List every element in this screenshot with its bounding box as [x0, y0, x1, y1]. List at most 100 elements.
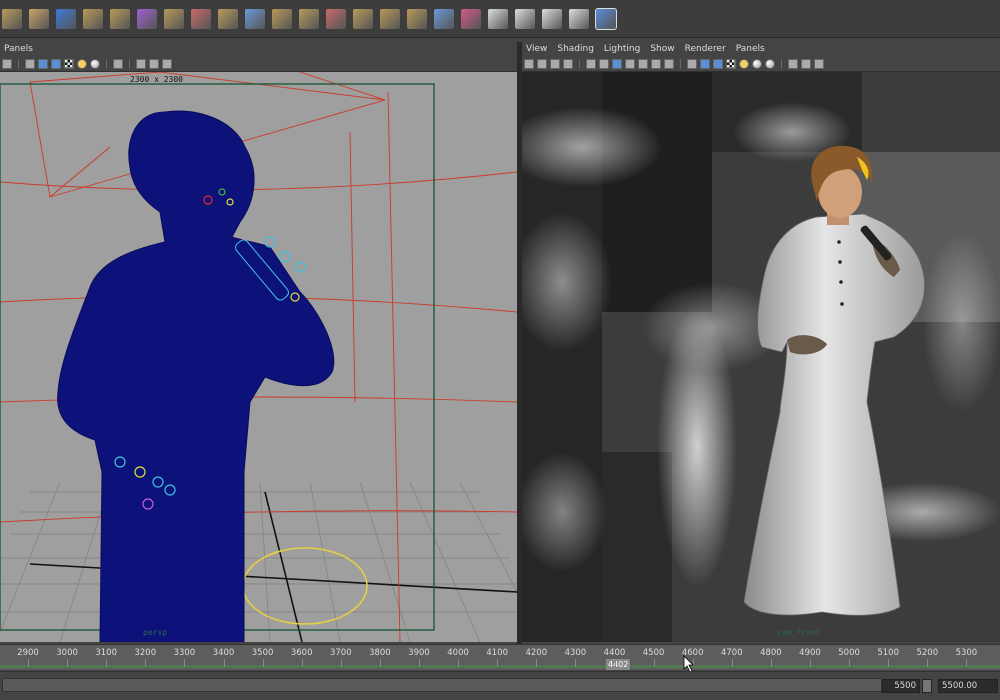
shadows-icon[interactable]	[90, 58, 100, 69]
camera-label: persp	[143, 628, 168, 637]
isolate-select-icon[interactable]	[788, 58, 798, 69]
menu-renderer[interactable]: Renderer	[685, 44, 726, 54]
xray-joints-icon[interactable]	[814, 58, 824, 69]
checker-sphere-icon[interactable]	[569, 8, 589, 29]
film-gate-icon[interactable]	[162, 58, 172, 69]
left-menu-panels[interactable]: Panels	[4, 44, 33, 54]
resolution-label: 2300 x 2300	[130, 75, 183, 84]
frame-tick-label: 4000	[447, 648, 469, 658]
field-chart-icon[interactable]	[638, 58, 648, 69]
safe-action-icon[interactable]	[651, 58, 661, 69]
bookmark-icon[interactable]	[550, 58, 560, 69]
checker-flag-2-icon[interactable]	[515, 8, 535, 29]
menu-shading[interactable]: Shading	[557, 44, 594, 54]
range-end-field[interactable]: 5500	[882, 679, 920, 693]
animation-end-field[interactable]: 5500.00	[938, 679, 998, 693]
uv-plane-icon[interactable]	[245, 8, 265, 29]
perspective-scene	[0, 72, 517, 642]
xray-icon[interactable]	[136, 58, 146, 69]
frame-tick-mark	[888, 659, 890, 667]
toolbar-divider	[129, 58, 130, 69]
xray-joints-icon[interactable]	[149, 58, 159, 69]
toolbar-divider	[18, 58, 19, 69]
pyramid-icon[interactable]	[272, 8, 292, 29]
select-camera-icon[interactable]	[2, 58, 12, 69]
wrap-plane-icon[interactable]	[218, 8, 238, 29]
textured-icon[interactable]	[726, 58, 736, 69]
stack-plane-icon[interactable]	[380, 8, 400, 29]
menu-view[interactable]: View	[526, 44, 547, 54]
frame-tick-label: 5000	[838, 648, 860, 658]
gate-mask-icon[interactable]	[625, 58, 635, 69]
frame-tick-label: 4200	[525, 648, 548, 658]
use-all-lights-icon[interactable]	[739, 58, 749, 69]
ambient-occlusion-icon[interactable]	[765, 58, 775, 69]
grid-icon[interactable]	[586, 58, 596, 69]
purple-cube-icon[interactable]	[137, 8, 157, 29]
barrel-icon[interactable]	[2, 8, 22, 29]
checker-flag-3-icon[interactable]	[542, 8, 562, 29]
character-wireframe	[57, 110, 335, 642]
deform-plane-icon[interactable]	[191, 8, 211, 29]
layered-plane-icon[interactable]	[434, 8, 454, 29]
fold-plane-icon[interactable]	[299, 8, 319, 29]
plane-icon[interactable]	[164, 8, 184, 29]
bones-icon[interactable]	[56, 8, 76, 29]
resolution-gate-icon[interactable]	[612, 58, 622, 69]
wireframe-icon[interactable]	[25, 58, 35, 69]
frame-tick-mark	[575, 659, 577, 667]
perspective-viewport[interactable]: 2300 x 2300 persp	[0, 72, 517, 642]
wireframe-on-shaded-icon[interactable]	[713, 58, 723, 69]
frame-tick-label: 4700	[720, 648, 743, 658]
frame-tick-label: 5100	[877, 648, 900, 658]
select-camera-icon[interactable]	[524, 58, 534, 69]
render-viewport[interactable]: cam_front	[522, 72, 1000, 642]
left-panel-iconbar	[0, 56, 517, 72]
frame-tick-mark	[301, 659, 303, 667]
render-view-icon[interactable]	[595, 7, 617, 30]
wireframe-on-shaded-icon[interactable]	[51, 58, 61, 69]
safe-title-icon[interactable]	[664, 58, 674, 69]
red-dots-plane-icon[interactable]	[326, 8, 346, 29]
light-cone-icon[interactable]	[461, 8, 481, 29]
gear-barrel-icon[interactable]	[29, 8, 49, 29]
light-blob	[657, 307, 737, 587]
frame-tick-label: 2900	[17, 648, 39, 658]
shadows-icon[interactable]	[752, 58, 762, 69]
menu-lighting[interactable]: Lighting	[604, 44, 640, 54]
wireframe-icon[interactable]	[687, 58, 697, 69]
frame-tick-label: 3400	[212, 648, 235, 658]
selection-circle	[242, 547, 368, 625]
frame-tick-label: 4800	[760, 648, 782, 658]
frame-tick-mark	[731, 659, 733, 667]
smooth-shade-icon[interactable]	[700, 58, 710, 69]
range-handle[interactable]	[922, 679, 932, 693]
film-gate-icon[interactable]	[599, 58, 609, 69]
smooth-shade-icon[interactable]	[38, 58, 48, 69]
range-slider: 5500 5500.00	[0, 671, 1000, 700]
frame-tick-mark	[223, 659, 225, 667]
range-track[interactable]	[2, 678, 882, 692]
frame-tick-label: 3300	[173, 648, 196, 658]
wedge-plane-icon[interactable]	[353, 8, 373, 29]
left-panel-menubar: Panels	[0, 42, 517, 56]
image-plane-icon[interactable]	[563, 58, 573, 69]
xray-icon[interactable]	[801, 58, 811, 69]
mesh-ball-icon[interactable]	[110, 8, 130, 29]
blend-plane-icon[interactable]	[407, 8, 427, 29]
frame-tick-mark	[145, 659, 147, 667]
menu-panels[interactable]: Panels	[736, 44, 765, 54]
checker-flag-icon[interactable]	[488, 8, 508, 29]
camera-attributes-icon[interactable]	[537, 58, 547, 69]
time-slider[interactable]: 4402 2900 3000 3100 3200 3300 3400 3500 3600 370…	[0, 644, 1000, 670]
sphere-cage-icon[interactable]	[83, 8, 103, 29]
menu-show[interactable]: Show	[650, 44, 674, 54]
frame-tick-label: 4300	[564, 648, 587, 658]
toolbar-divider	[579, 58, 580, 69]
textured-icon[interactable]	[64, 58, 74, 69]
right-panel-iconbar	[522, 56, 1000, 72]
camera-label: cam_front	[777, 628, 821, 637]
current-frame-marker[interactable]: 4402	[606, 659, 631, 670]
isolate-select-icon[interactable]	[113, 58, 123, 69]
use-all-lights-icon[interactable]	[77, 58, 87, 69]
